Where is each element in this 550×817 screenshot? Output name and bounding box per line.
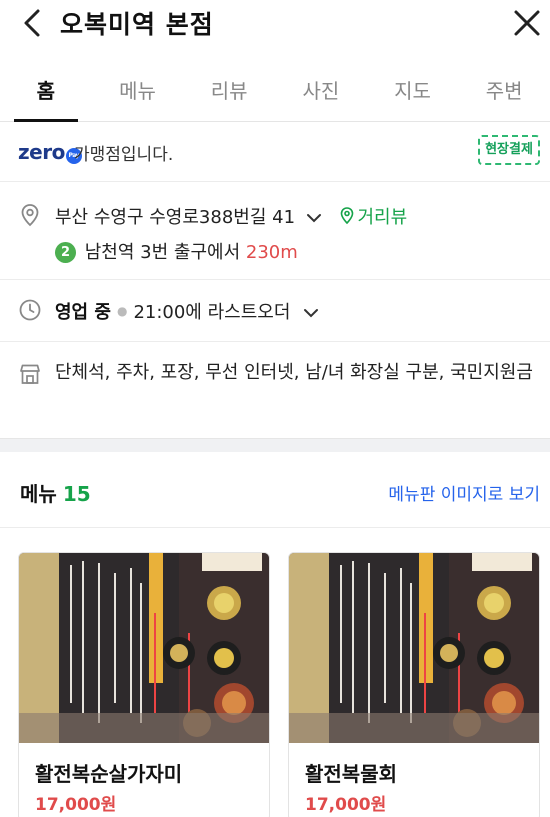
menu-card-list: 활전복순살가자미 17,000원 활전복물회 17,000원 — [0, 552, 550, 817]
zeropay-logo: zero Pay — [18, 140, 82, 164]
menu-item-price: 17,000원 — [35, 795, 117, 815]
subway-exit: 3번 출구에서 — [140, 242, 241, 263]
business-status: 영업 중 — [55, 302, 111, 323]
subway-distance: 230m — [245, 242, 298, 263]
onsite-payment-badge: 현장결제 — [478, 135, 540, 165]
menu-count: 15 — [62, 482, 91, 506]
address-line: 부산 수영구 수영로388번길 41 거리뷰 — [55, 203, 407, 229]
close-icon[interactable] — [512, 8, 542, 38]
streetview-link[interactable]: 거리뷰 — [358, 207, 408, 228]
separator-dot: ● — [116, 304, 128, 318]
tab-nearby[interactable]: 주변 — [458, 62, 550, 121]
address-section: 부산 수영구 수영로388번길 41 거리뷰 2 남천역 3번 출구에서 230… — [0, 183, 550, 280]
menu-header: 메뉴 15 메뉴판 이미지로 보기 — [0, 452, 550, 528]
menu-title: 메뉴 15 — [20, 482, 91, 506]
zeropay-row: zero Pay 가맹점입니다. 현장결제 — [0, 122, 550, 182]
tab-menu[interactable]: 메뉴 — [92, 62, 184, 121]
tab-bar: 홈 메뉴 리뷰 사진 지도 주변 — [0, 62, 550, 122]
streetview-pin-icon — [340, 207, 353, 225]
menu-board-photo — [289, 553, 539, 743]
top-bar: 오복미역 본점 — [0, 0, 550, 50]
menu-image-link[interactable]: 메뉴판 이미지로 보기 — [388, 480, 540, 505]
amenities-section: 단체석, 주차, 포장, 무선 인터넷, 남/녀 화장실 구분, 국민지원금 — [0, 342, 550, 438]
address-text[interactable]: 부산 수영구 수영로388번길 41 — [55, 207, 295, 228]
amenities-text: 단체석, 주차, 포장, 무선 인터넷, 남/녀 화장실 구분, 국민지원금 — [55, 362, 533, 383]
menu-item-name: 활전복물회 — [305, 762, 397, 786]
chevron-down-icon[interactable] — [302, 307, 320, 319]
menu-item-price: 17,000원 — [305, 795, 387, 815]
tab-reviews[interactable]: 리뷰 — [183, 62, 275, 121]
subway-station: 남천역 — [84, 242, 135, 263]
chevron-down-icon[interactable] — [305, 212, 323, 224]
back-arrow-icon[interactable] — [18, 8, 48, 38]
clock-icon — [19, 299, 41, 321]
menu-board-photo — [19, 553, 269, 743]
tab-home[interactable]: 홈 — [0, 62, 92, 122]
menu-card[interactable]: 활전복물회 17,000원 — [288, 552, 540, 817]
page-title: 오복미역 본점 — [60, 10, 214, 39]
store-icon — [20, 364, 40, 384]
last-order-text: 21:00에 라스트오더 — [133, 302, 291, 323]
tab-photos[interactable]: 사진 — [275, 62, 367, 121]
menu-card[interactable]: 활전복순살가자미 17,000원 — [18, 552, 270, 817]
tab-map[interactable]: 지도 — [367, 62, 459, 121]
zeropay-text: 가맹점입니다. — [74, 145, 174, 165]
location-pin-icon — [21, 204, 39, 227]
menu-item-name: 활전복순살가자미 — [35, 762, 183, 786]
hours-section: 영업 중 ● 21:00에 라스트오더 — [0, 280, 550, 342]
subway-info: 2 남천역 3번 출구에서 230m — [55, 238, 298, 264]
hours-line[interactable]: 영업 중 ● 21:00에 라스트오더 — [55, 298, 320, 324]
section-divider — [0, 438, 550, 452]
subway-line-badge: 2 — [55, 242, 76, 263]
